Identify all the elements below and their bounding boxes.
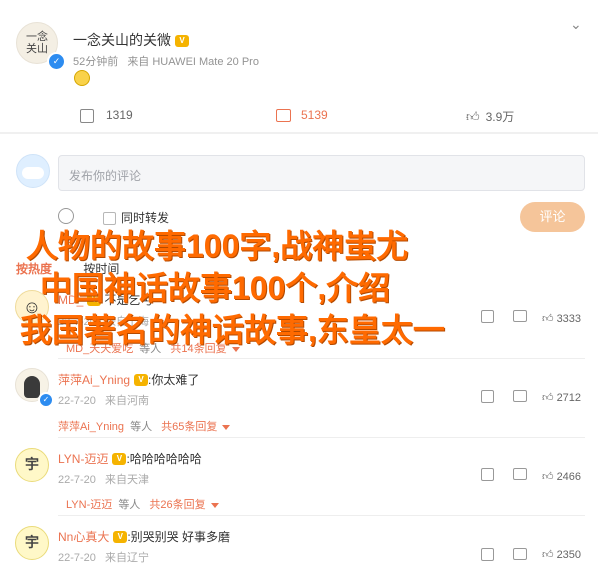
share-icon[interactable] xyxy=(481,468,494,481)
comment-username[interactable]: Nn心真大 xyxy=(58,530,109,544)
emoji-face-icon xyxy=(74,70,90,86)
also-forward-label: 同时转发 xyxy=(121,211,170,225)
reply-icon[interactable] xyxy=(513,390,527,402)
vip-badge-icon: V xyxy=(112,452,127,465)
vip-badge-icon: V xyxy=(175,35,189,48)
share-count: 1319 xyxy=(106,108,133,122)
comment-like-count: 2712 xyxy=(556,392,582,404)
like-button[interactable]: 👍︎ 3.9万 xyxy=(466,108,514,125)
thumbs-up-icon: 👍︎ xyxy=(466,109,480,124)
comment-tab-indicator xyxy=(0,132,598,134)
comment-header: 萍萍Ai_Yning V:你太难了 xyxy=(58,371,199,389)
comment-meta: 22-7-20 来自天津 xyxy=(58,471,149,487)
comment-avatar[interactable]: 宇 xyxy=(15,448,49,482)
comment-like-button[interactable]: 👍︎ 3333 xyxy=(542,312,581,325)
reply-summary[interactable]: LYN-迈迈 等人 共26条回复 xyxy=(66,496,219,512)
reply-count[interactable]: 共26条回复 xyxy=(149,499,205,511)
comment-meta: 22-7-20 来自河南 xyxy=(58,392,149,408)
comment-divider xyxy=(58,437,585,438)
comment-like-button[interactable]: 👍︎ 2712 xyxy=(542,391,581,404)
comment-location: 来自天津 xyxy=(104,474,149,486)
overlay-title-line-2: 中国神话故事100个,介绍 xyxy=(40,270,391,306)
author-name-row: 一念关山的关微 V xyxy=(73,30,189,50)
comment-text: :你太难了 xyxy=(148,373,200,387)
comment-input-placeholder: 发布你的评论 xyxy=(69,169,142,183)
author-avatar-text: 一念关山 xyxy=(26,30,48,55)
reply-user[interactable]: 萍萍Ai_Yning xyxy=(58,421,124,433)
comment-text: :哈哈哈哈哈哈 xyxy=(126,452,202,466)
comment-header: LYN-迈迈 V:哈哈哈哈哈哈 xyxy=(58,450,202,468)
character-avatar-icon xyxy=(24,376,40,398)
thumbs-up-icon: 👍︎ xyxy=(542,313,554,325)
verified-badge-icon: ✓ xyxy=(47,52,66,71)
reply-more: 等人 xyxy=(118,499,141,511)
checkbox-icon xyxy=(103,212,116,226)
comment-date: 22-7-20 xyxy=(58,474,96,486)
comment-count: 5139 xyxy=(301,108,328,122)
share-icon[interactable] xyxy=(481,390,494,403)
comment-like-button[interactable]: 👍︎ 2466 xyxy=(542,470,581,483)
share-icon[interactable] xyxy=(481,548,494,561)
chevron-down-icon[interactable]: ⌄ xyxy=(570,16,582,33)
reply-summary[interactable]: 萍萍Ai_Yning 等人 共65条回复 xyxy=(58,418,231,434)
comment-divider xyxy=(58,515,585,516)
overlay-title-line-3: 我国著名的神话故事,东皇太一 xyxy=(20,312,445,348)
thumbs-up-icon: 👍︎ xyxy=(542,549,554,561)
cloud-avatar-icon xyxy=(22,167,44,179)
author-name[interactable]: 一念关山的关微 xyxy=(73,32,171,48)
post-source: 来自 HUAWEI Mate 20 Pro xyxy=(127,56,259,68)
comment-text: :别哭别哭 好事多磨 xyxy=(127,530,231,544)
share-icon[interactable] xyxy=(481,310,494,323)
comment-username[interactable]: LYN-迈迈 xyxy=(58,452,108,466)
reply-user[interactable]: LYN-迈迈 xyxy=(66,499,112,511)
comment-username[interactable]: 萍萍Ai_Yning xyxy=(58,373,130,387)
comment-avatar[interactable]: 宇 xyxy=(15,526,49,560)
comment-button[interactable]: 5139 xyxy=(276,108,328,123)
avatar-char: 宇 xyxy=(25,535,39,551)
my-avatar xyxy=(16,154,50,188)
comment-like-button[interactable]: 👍︎ 2350 xyxy=(542,548,581,561)
like-count: 3.9万 xyxy=(485,110,515,124)
also-forward-checkbox[interactable]: 同时转发 xyxy=(103,209,169,226)
vip-badge-icon: V xyxy=(113,530,128,543)
post-meta: 52分钟前 来自 HUAWEI Mate 20 Pro xyxy=(73,53,259,69)
emoji-picker-icon[interactable] xyxy=(58,208,74,224)
reply-icon[interactable] xyxy=(513,468,527,480)
reply-count[interactable]: 共65条回复 xyxy=(161,421,217,433)
comment-like-count: 2350 xyxy=(556,549,582,561)
submit-comment-button[interactable]: 评论 xyxy=(520,202,585,232)
comment-date: 22-7-20 xyxy=(58,552,96,564)
comment-header: Nn心真大 V:别哭别哭 好事多磨 xyxy=(58,528,230,546)
comment-input[interactable]: 发布你的评论 xyxy=(58,155,585,191)
comment-date: 22-7-20 xyxy=(58,395,96,407)
post-date: 52分钟前 xyxy=(73,56,119,68)
reply-icon[interactable] xyxy=(513,310,527,322)
overlay-title-line-1: 人物的故事100字,战神蚩尤 xyxy=(26,228,409,264)
comment-divider xyxy=(58,358,585,359)
thumbs-up-icon: 👍︎ xyxy=(542,471,554,483)
share-icon xyxy=(80,108,94,123)
chevron-down-icon xyxy=(210,502,219,508)
avatar-char: 宇 xyxy=(25,457,39,473)
verified-badge-icon: ✓ xyxy=(38,392,54,408)
reply-more: 等人 xyxy=(130,421,153,433)
thumbs-up-icon: 👍︎ xyxy=(542,392,554,404)
comment-meta: 22-7-20 来自辽宁 xyxy=(58,549,149,565)
chevron-down-icon xyxy=(222,424,231,430)
comment-location: 来自辽宁 xyxy=(104,552,149,564)
reply-icon[interactable] xyxy=(513,548,527,560)
comment-icon xyxy=(276,109,291,123)
comment-location: 来自河南 xyxy=(104,395,149,407)
comment-like-count: 3333 xyxy=(556,313,582,325)
vip-badge-icon: V xyxy=(134,373,149,386)
share-button[interactable]: 1319 xyxy=(80,108,133,123)
comment-like-count: 2466 xyxy=(556,471,582,483)
